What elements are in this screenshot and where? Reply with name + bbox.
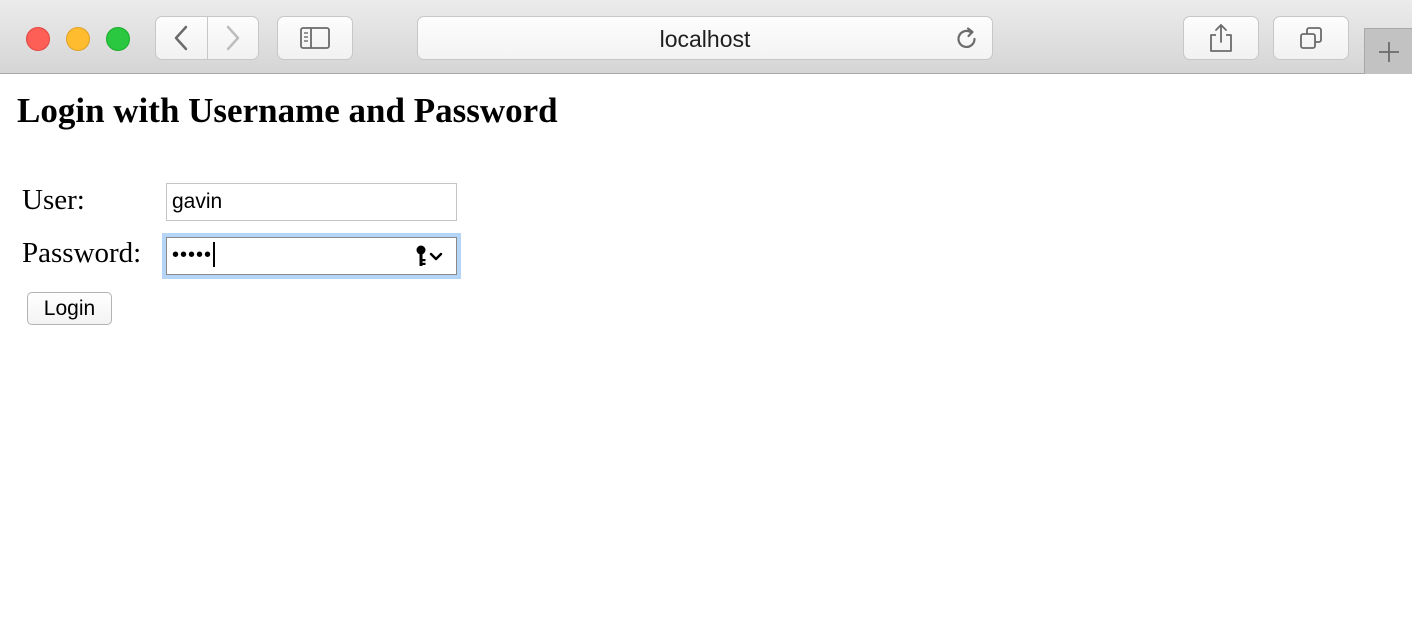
username-input[interactable]: gavin bbox=[166, 183, 457, 221]
navigation-buttons bbox=[155, 16, 259, 60]
chevron-right-icon bbox=[226, 25, 239, 51]
minimize-window-button[interactable] bbox=[66, 27, 90, 51]
page-content: Login with Username and Password User: g… bbox=[0, 75, 1412, 630]
new-tab-button[interactable] bbox=[1364, 28, 1412, 74]
password-masked-value: ••••• bbox=[172, 244, 213, 266]
sidebar-button[interactable] bbox=[277, 16, 353, 60]
key-icon[interactable] bbox=[414, 244, 450, 268]
share-button[interactable] bbox=[1183, 16, 1259, 60]
reload-icon[interactable] bbox=[954, 26, 980, 52]
page-title: Login with Username and Password bbox=[17, 91, 558, 130]
sidebar-icon bbox=[300, 27, 330, 49]
zoom-window-button[interactable] bbox=[106, 27, 130, 51]
username-value: gavin bbox=[172, 190, 223, 213]
address-text: localhost bbox=[659, 26, 751, 52]
close-window-button[interactable] bbox=[26, 27, 50, 51]
password-input[interactable]: ••••• bbox=[166, 237, 457, 275]
chevron-down-icon bbox=[429, 252, 443, 261]
address-bar[interactable]: localhost bbox=[417, 16, 993, 60]
text-caret bbox=[213, 241, 216, 267]
share-icon bbox=[1210, 24, 1232, 52]
forward-button[interactable] bbox=[208, 17, 259, 59]
chevron-left-icon bbox=[175, 25, 188, 51]
plus-icon bbox=[1378, 41, 1399, 62]
back-button[interactable] bbox=[156, 17, 208, 59]
login-button[interactable]: Login bbox=[27, 292, 112, 325]
browser-window: localhost Login with Username and Passwo… bbox=[0, 0, 1412, 630]
tab-overview-button[interactable] bbox=[1273, 16, 1349, 60]
password-label: Password: bbox=[22, 237, 142, 269]
tab-overview-icon bbox=[1300, 27, 1322, 49]
browser-toolbar: localhost bbox=[0, 0, 1412, 74]
user-label: User: bbox=[22, 184, 85, 216]
